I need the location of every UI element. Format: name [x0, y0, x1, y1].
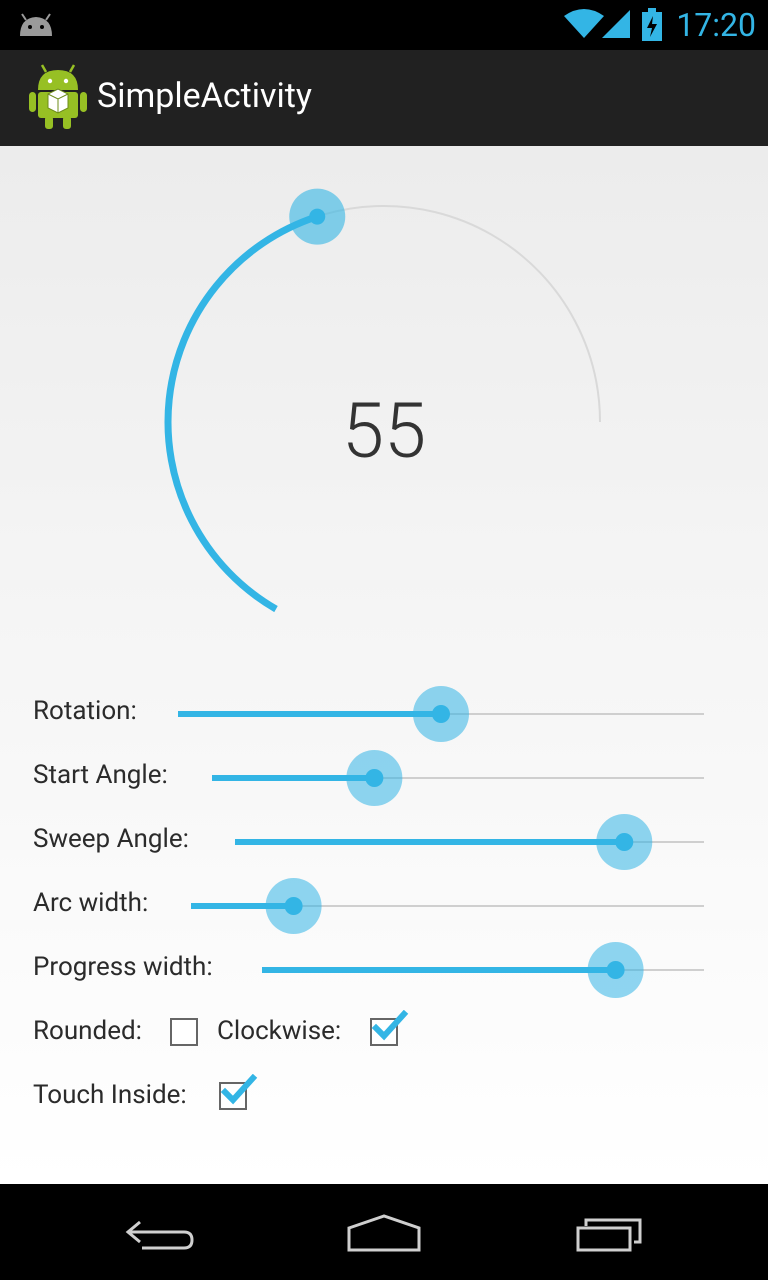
slider-thumb — [615, 833, 634, 851]
battery-charging-icon — [641, 8, 663, 42]
slider-thumb — [365, 769, 384, 787]
clockwise-label: Clockwise: — [217, 1016, 342, 1046]
action-bar: SimpleActivity — [0, 50, 768, 146]
slider-thumb — [606, 961, 625, 979]
back-button[interactable] — [80, 1184, 240, 1280]
back-icon — [125, 1220, 194, 1250]
arc-thumb[interactable] — [289, 188, 346, 245]
status-bar: 17:20 — [0, 0, 768, 50]
checkmark-icon — [371, 1010, 409, 1041]
navigation-bar — [0, 1184, 768, 1280]
wifi-icon — [564, 8, 604, 40]
sweep-angle-slider[interactable] — [235, 814, 704, 870]
slider-thumb — [432, 705, 450, 723]
android-debug-icon — [18, 12, 54, 38]
touch-inside-checkbox[interactable] — [219, 1074, 258, 1110]
home-button[interactable] — [304, 1184, 464, 1280]
arc-width-slider[interactable] — [191, 878, 704, 934]
progress-width-slider[interactable] — [262, 942, 704, 998]
circular-seekarc[interactable]: 55 — [0, 146, 768, 636]
rounded-checkbox[interactable] — [170, 1018, 198, 1046]
signal-icon — [600, 8, 632, 40]
arc-thumb-dot — [309, 208, 326, 225]
recent-apps-button[interactable] — [530, 1184, 690, 1280]
main-content: 55 Rotation: Start Angle: Sweep Angle: A… — [0, 146, 768, 1184]
touch-inside-label: Touch Inside: — [33, 1080, 187, 1110]
status-clock: 17:20 — [676, 6, 756, 44]
clockwise-checkbox[interactable] — [370, 1010, 409, 1046]
rotation-slider[interactable] — [178, 686, 704, 742]
recent-apps-icon — [576, 1218, 642, 1252]
app-title: SimpleActivity — [97, 76, 312, 116]
rounded-label: Rounded: — [33, 1016, 142, 1046]
start-angle-slider[interactable] — [212, 750, 704, 806]
home-icon — [347, 1214, 421, 1252]
sliders-layer — [178, 686, 704, 998]
slider-thumb — [284, 897, 303, 915]
arc-value-text: 55 — [341, 386, 427, 476]
checkmark-icon — [220, 1074, 258, 1105]
android-app-icon — [28, 64, 88, 130]
